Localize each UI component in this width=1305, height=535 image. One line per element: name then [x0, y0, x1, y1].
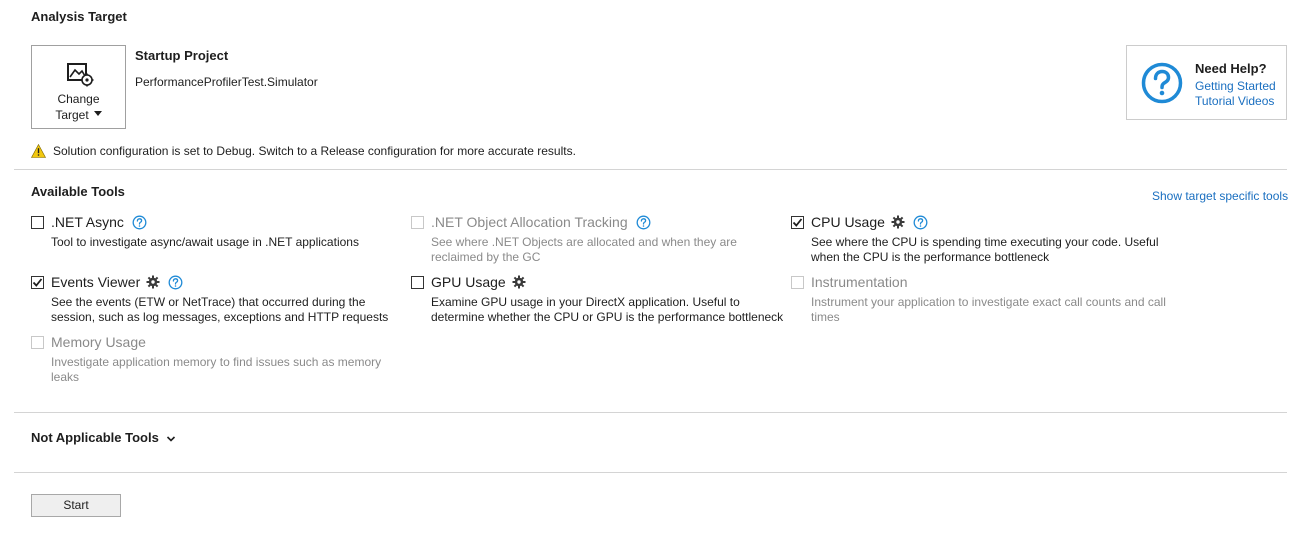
divider	[14, 472, 1287, 473]
gear-icon[interactable]	[891, 215, 905, 229]
tool-name: Instrumentation	[811, 274, 908, 290]
change-target-icon	[67, 63, 94, 87]
net-async-checkbox[interactable]	[31, 216, 44, 229]
question-icon[interactable]	[168, 275, 183, 290]
question-icon[interactable]	[132, 215, 147, 230]
divider	[14, 412, 1287, 413]
tool-description: Tool to investigate async/await usage in…	[51, 235, 359, 249]
tool-description: See the events (ETW or NetTrace) that oc…	[51, 295, 389, 324]
warning-icon	[31, 144, 46, 158]
net-object-allocation-checkbox[interactable]	[411, 216, 424, 229]
tool-description: See where .NET Objects are allocated and…	[431, 235, 737, 264]
chevron-down-icon	[167, 435, 176, 442]
need-help-title: Need Help?	[1195, 61, 1267, 76]
show-target-specific-tools-link[interactable]: Show target specific tools	[1152, 189, 1288, 203]
change-target-label-2: Target	[55, 108, 89, 122]
check-icon	[792, 218, 803, 227]
warning-text: Solution configuration is set to Debug. …	[53, 144, 576, 158]
question-icon[interactable]	[636, 215, 651, 230]
question-icon[interactable]	[913, 215, 928, 230]
startup-project-label: Startup Project	[135, 48, 229, 63]
tutorial-videos-link[interactable]: Tutorial Videos	[1195, 94, 1274, 108]
cpu-usage-checkbox[interactable]	[791, 216, 804, 229]
gpu-usage-checkbox[interactable]	[411, 276, 424, 289]
analysis-target-title: Analysis Target	[31, 9, 127, 24]
tool-description: See where the CPU is spending time execu…	[811, 235, 1159, 264]
tool-description: Instrument your application to investiga…	[811, 295, 1166, 324]
available-tools-title: Available Tools	[31, 184, 125, 199]
change-target-label-1: Change	[57, 92, 100, 106]
change-target-button[interactable]: Change Target	[31, 45, 126, 129]
not-applicable-tools-toggle[interactable]: Not Applicable Tools	[31, 430, 176, 445]
gear-icon[interactable]	[146, 275, 160, 289]
not-applicable-tools-title: Not Applicable Tools	[31, 430, 159, 445]
tool-name: .NET Object Allocation Tracking	[431, 214, 628, 230]
tool-description: Examine GPU usage in your DirectX applic…	[431, 295, 784, 324]
tool-name: .NET Async	[51, 214, 124, 230]
events-viewer-checkbox[interactable]	[31, 276, 44, 289]
divider	[14, 169, 1287, 170]
start-button[interactable]: Start	[31, 494, 121, 517]
help-icon	[1141, 62, 1183, 104]
memory-usage-checkbox[interactable]	[31, 336, 44, 349]
need-help-panel: Need Help? Getting Started Tutorial Vide…	[1126, 45, 1287, 120]
tool-name: Memory Usage	[51, 334, 146, 350]
tool-name: CPU Usage	[811, 214, 885, 230]
instrumentation-checkbox[interactable]	[791, 276, 804, 289]
chevron-down-icon	[93, 111, 102, 117]
startup-project-value: PerformanceProfilerTest.Simulator	[135, 75, 318, 89]
tool-name: Events Viewer	[51, 274, 141, 290]
tool-name: GPU Usage	[431, 274, 506, 290]
gear-icon[interactable]	[512, 275, 526, 289]
check-icon	[32, 278, 43, 287]
tool-description: Investigate application memory to find i…	[51, 355, 382, 384]
getting-started-link[interactable]: Getting Started	[1195, 79, 1276, 93]
